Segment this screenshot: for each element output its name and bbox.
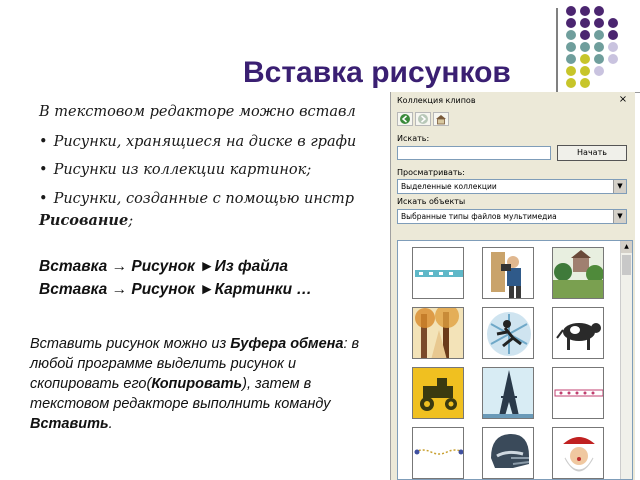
- note-bold: Вставить: [30, 416, 109, 432]
- bullet-dot: •: [39, 162, 48, 178]
- command-line-1: Вставка → Рисунок ►Из файла: [39, 258, 288, 276]
- santa-clip[interactable]: [552, 427, 604, 479]
- decor-dot: [608, 54, 618, 64]
- bullet-dot: •: [39, 191, 48, 207]
- note-text: Вставить рисунок можно из: [30, 336, 231, 352]
- decor-dot: [594, 18, 604, 28]
- decor-dot: [608, 42, 618, 52]
- cmd-from-file: Из файла: [214, 258, 288, 275]
- close-icon[interactable]: ×: [617, 94, 629, 106]
- decor-dot: [580, 42, 590, 52]
- search-start-button[interactable]: Начать: [557, 145, 627, 161]
- bead-line-clip[interactable]: [412, 427, 464, 479]
- clip-gallery: ▲: [397, 240, 633, 480]
- intro-text: В текстовом редакторе можно вставл: [39, 104, 356, 120]
- ribbon-clip[interactable]: [412, 247, 464, 299]
- type-label: Искать объекты: [397, 197, 466, 206]
- search-label: Искать:: [397, 134, 430, 143]
- cow-clip[interactable]: [552, 307, 604, 359]
- bullet-3: • Рисунки, созданные с помощью инстр: [39, 191, 354, 207]
- bullet-1: • Рисунки, хранящиеся на диске в графи: [39, 134, 356, 150]
- decor-dot: [566, 66, 576, 76]
- bullet-dot: •: [39, 134, 48, 150]
- clipboard-note: Вставить рисунок можно из Буфера обмена:…: [30, 334, 385, 434]
- bullet-text: Рисунки из коллекции картинок;: [53, 162, 312, 178]
- decor-dot: [594, 42, 604, 52]
- note-text: .: [108, 416, 113, 432]
- decor-dot: [566, 54, 576, 64]
- home-icon[interactable]: [433, 112, 449, 126]
- cmd-insert: Вставка: [39, 281, 108, 298]
- type-value: Выбранные типы файлов мультимедиа: [401, 212, 557, 221]
- decor-dot: [608, 18, 618, 28]
- scroll-up-icon[interactable]: ▲: [621, 241, 632, 253]
- cmd-clipart: Картинки …: [214, 281, 312, 298]
- chevron-down-icon[interactable]: ▼: [613, 180, 626, 193]
- decor-dot: [608, 30, 618, 40]
- scroll-thumb[interactable]: [622, 255, 631, 275]
- decor-dot: [580, 54, 590, 64]
- clipart-task-pane: Коллекция клипов × Искать: Начать Просма…: [390, 92, 635, 480]
- decor-dot: [594, 6, 604, 16]
- bullet-text: Рисунки, хранящиеся на диске в графи: [53, 134, 357, 150]
- browse-value: Выделенные коллекции: [401, 182, 497, 191]
- drawing-suffix: ;: [128, 213, 134, 229]
- decor-dot: [566, 78, 576, 88]
- bullet-2: • Рисунки из коллекции картинок;: [39, 162, 311, 178]
- decor-dot: [566, 6, 576, 16]
- chevron-down-icon[interactable]: ▼: [613, 210, 626, 223]
- landscape-clip[interactable]: [552, 247, 604, 299]
- snowflake-runner-clip[interactable]: [482, 307, 534, 359]
- triangle-icon: ►: [199, 258, 215, 275]
- football-helmet-clip[interactable]: [482, 427, 534, 479]
- decor-dot: [566, 30, 576, 40]
- photographer-clip[interactable]: [482, 247, 534, 299]
- arrow-icon: →: [111, 281, 128, 298]
- decor-dot: [580, 18, 590, 28]
- cmd-picture: Рисунок: [131, 281, 195, 298]
- search-input[interactable]: [397, 146, 551, 160]
- browse-label: Просматривать:: [397, 168, 465, 177]
- decor-dot: [566, 42, 576, 52]
- note-bold: Копировать: [151, 376, 243, 392]
- arrow-icon: →: [111, 258, 128, 275]
- pane-title: Коллекция клипов: [397, 96, 476, 105]
- forward-icon[interactable]: [415, 112, 431, 126]
- decor-dot: [580, 66, 590, 76]
- eiffel-tower-clip[interactable]: [482, 367, 534, 419]
- type-select[interactable]: Выбранные типы файлов мультимедиа ▼: [397, 209, 627, 224]
- tractor-clip[interactable]: [412, 367, 464, 419]
- decor-dot: [594, 66, 604, 76]
- decor-dot: [580, 78, 590, 88]
- decor-dot: [594, 54, 604, 64]
- bullet-text: Рисунки, созданные с помощью инстр: [53, 191, 355, 207]
- decor-dot: [594, 30, 604, 40]
- back-icon[interactable]: [397, 112, 413, 126]
- drawing-word: Рисование: [39, 212, 129, 229]
- triangle-icon: ►: [199, 281, 215, 298]
- browse-select[interactable]: Выделенные коллекции ▼: [397, 179, 627, 194]
- decor-vertical-line: [556, 8, 558, 94]
- cmd-picture: Рисунок: [131, 258, 195, 275]
- command-line-2: Вставка → Рисунок ►Картинки …: [39, 281, 312, 299]
- decor-dots: [566, 6, 638, 92]
- decor-dot: [580, 30, 590, 40]
- border-clip[interactable]: [552, 367, 604, 419]
- page-title: Вставка рисунков: [243, 56, 511, 89]
- gallery-scrollbar[interactable]: ▲: [620, 241, 632, 479]
- decor-dot: [580, 6, 590, 16]
- decor-dot: [566, 18, 576, 28]
- drawing-line: Рисование;: [39, 212, 133, 229]
- autumn-trees-clip[interactable]: [412, 307, 464, 359]
- cmd-insert: Вставка: [39, 258, 108, 275]
- note-bold: Буфера обмена: [230, 336, 344, 352]
